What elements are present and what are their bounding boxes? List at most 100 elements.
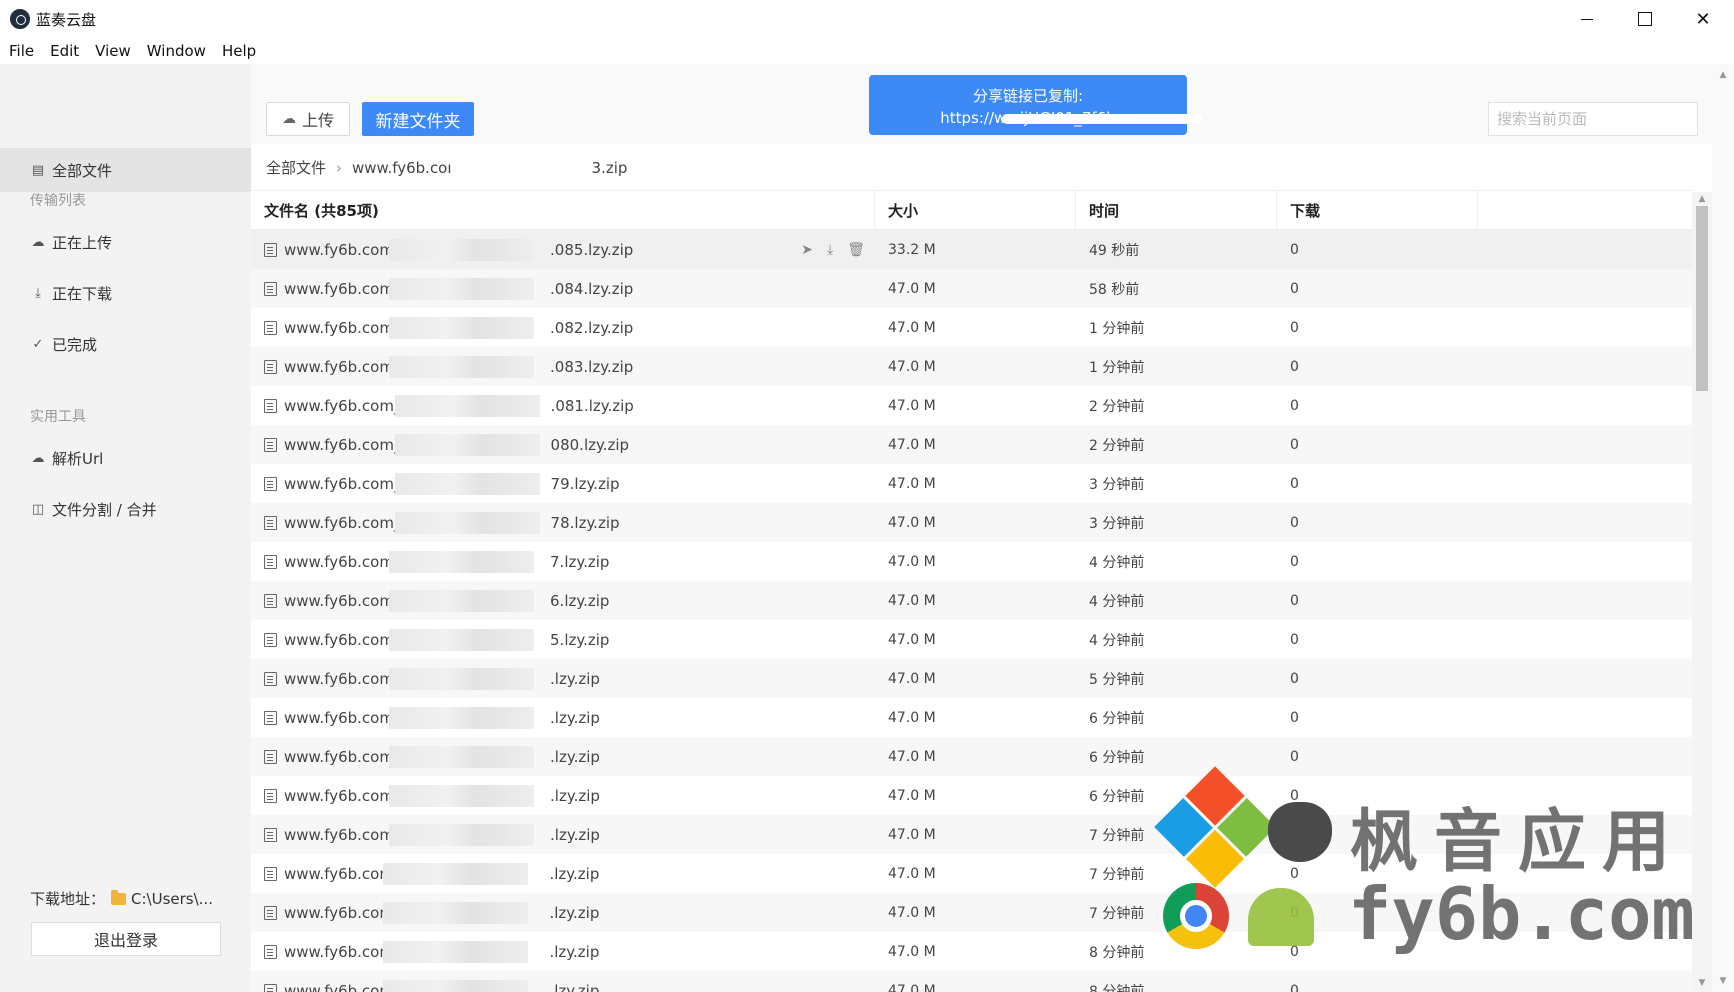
menu-window[interactable]: Window <box>147 38 206 64</box>
table-row[interactable]: www.fy6b.com_2.085.lzy.zip ➤ ⤓ 🗑 33.2 M … <box>251 230 1692 269</box>
cell-name: www.fy6b.com_2 .lzy.zip <box>251 737 875 776</box>
file-icon <box>264 866 277 881</box>
table-row[interactable]: www.fy6b.com_2 5.lzy.zip 47.0 M 4 分钟前 0 <box>251 620 1692 659</box>
breadcrumb-current-prefix: www.fy6b.coı <box>352 158 452 177</box>
search-input[interactable] <box>1488 102 1698 136</box>
minimize-button[interactable] <box>1558 0 1616 38</box>
table-row[interactable]: www.fy6b.com_20 79.lzy.zip 47.0 M 3 分钟前 0 <box>251 464 1692 503</box>
table-row[interactable]: www.fy6b.com_2.083.lzy.zip 47.0 M 1 分钟前 … <box>251 347 1692 386</box>
download-icon[interactable]: ⤓ <box>827 242 833 258</box>
cell-downloads: 0 <box>1290 631 1299 648</box>
breadcrumb-current-suffix: 3.zip <box>591 158 628 177</box>
share-icon[interactable]: ➤ <box>801 242 813 258</box>
cell-size: 47.0 M <box>888 592 936 609</box>
redaction <box>389 824 534 846</box>
cell-downloads: 0 <box>1290 748 1299 765</box>
table-row[interactable]: www.fy6b.com_20 78.lzy.zip 47.0 M 3 分钟前 0 <box>251 503 1692 542</box>
redaction <box>395 395 540 417</box>
sidebar-item-split-merge[interactable]: ◫ 文件分割 / 合并 <box>0 487 251 531</box>
upload-button[interactable]: ☁ 上传 <box>266 102 350 136</box>
maximize-button[interactable] <box>1616 0 1674 38</box>
sidebar-item-label: 正在下载 <box>52 284 113 303</box>
sidebar-item-parse-url[interactable]: ☁ 解析Url <box>0 436 251 480</box>
cell-downloads: 0 <box>1290 826 1299 843</box>
cell-size: 47.0 M <box>888 943 936 960</box>
menu-edit[interactable]: Edit <box>50 38 79 64</box>
table-row[interactable]: www.fy6b.com_2 .lzy.zip 47.0 M 7 分钟前 0 <box>251 815 1692 854</box>
cell-name: www.fy6b.com_20 78.lzy.zip <box>251 503 875 542</box>
sidebar-item-label: 文件分割 / 合并 <box>52 500 157 519</box>
cell-downloads: 0 <box>1290 514 1299 531</box>
check-circle-icon: ✓ <box>32 336 44 352</box>
header-size[interactable]: 大小 <box>875 191 1076 229</box>
cell-time: 7 分钟前 <box>1089 866 1145 883</box>
cell-name: www.fy6b.com_2 6.lzy.zip <box>251 581 875 620</box>
sidebar-item-label: 全部文件 <box>52 161 113 180</box>
table-row[interactable]: www.fy6b.com_2.082.lzy.zip 47.0 M 1 分钟前 … <box>251 308 1692 347</box>
menu-view[interactable]: View <box>95 38 131 64</box>
cell-name: www.fy6b.com_2 7.lzy.zip <box>251 542 875 581</box>
table-row[interactable]: www.fy6b.com_2 .lzy.zip 47.0 M 6 分钟前 0 <box>251 776 1692 815</box>
new-folder-button[interactable]: 新建文件夹 <box>362 102 474 136</box>
sidebar-item-label: 解析Url <box>52 449 104 468</box>
table-row[interactable]: www.fy6b.com_2.084.lzy.zip 47.0 M 58 秒前 … <box>251 269 1692 308</box>
logout-button[interactable]: 退出登录 <box>31 922 221 956</box>
table-body: www.fy6b.com_2.085.lzy.zip ➤ ⤓ 🗑 33.2 M … <box>251 230 1692 992</box>
redaction <box>395 512 540 534</box>
scrollbar-thumb[interactable] <box>1696 206 1708 391</box>
table-row[interactable]: www.fy6b.com_ .lzy.zip 47.0 M 7 分钟前 0 <box>251 893 1692 932</box>
cell-name: www.fy6b.com_ .lzy.zip <box>251 932 875 971</box>
main-panel: ☁ 上传 新建文件夹 分享链接已复制: https://wv ijUGI01_7… <box>251 64 1712 992</box>
table-row[interactable]: www.fy6b.com_2 .lzy.zip 47.0 M 6 分钟前 0 <box>251 698 1692 737</box>
redaction <box>383 863 528 885</box>
download-path-value[interactable]: C:\Users\... <box>131 890 213 908</box>
download-icon: ⤓ <box>35 285 41 301</box>
sidebar-item-downloading[interactable]: ⤓ 正在下载 <box>0 271 251 315</box>
table-row[interactable]: www.fy6b.com_2 .lzy.zip 47.0 M 6 分钟前 0 <box>251 737 1692 776</box>
cell-downloads: 0 <box>1290 904 1299 921</box>
window-scrollbar[interactable]: ▲ ▼ <box>1712 64 1734 992</box>
cell-size: 47.0 M <box>888 709 936 726</box>
redaction <box>383 941 528 963</box>
sidebar-item-completed[interactable]: ✓ 已完成 <box>0 322 251 366</box>
cell-name: www.fy6b.com_2.084.lzy.zip <box>251 269 875 308</box>
sidebar-item-all-files[interactable]: ▤ 全部文件 <box>0 148 251 192</box>
table-scrollbar[interactable]: ▲ ▼ <box>1692 192 1712 992</box>
close-button[interactable]: ✕ <box>1674 0 1732 38</box>
app-logo-icon <box>10 9 30 29</box>
scroll-down-icon[interactable]: ▼ <box>1696 978 1708 988</box>
delete-icon[interactable]: 🗑 <box>847 242 865 258</box>
scroll-down-icon[interactable]: ▼ <box>1717 976 1729 986</box>
menu-file[interactable]: File <box>9 38 34 64</box>
table-row[interactable]: www.fy6b.com_20 080.lzy.zip 47.0 M 2 分钟前 … <box>251 425 1692 464</box>
scroll-up-icon[interactable]: ▲ <box>1696 194 1708 204</box>
cell-size: 47.0 M <box>888 475 936 492</box>
cell-time: 1 分钟前 <box>1089 320 1145 337</box>
table-row[interactable]: www.fy6b.com_ .lzy.zip 47.0 M 8 分钟前 0 <box>251 971 1692 992</box>
header-downloads[interactable]: 下载 <box>1277 191 1478 229</box>
table-row[interactable]: www.fy6b.com_20.081.lzy.zip 47.0 M 2 分钟前… <box>251 386 1692 425</box>
cell-size: 47.0 M <box>888 982 936 992</box>
table-row[interactable]: www.fy6b.com_2 7.lzy.zip 47.0 M 4 分钟前 0 <box>251 542 1692 581</box>
table-row[interactable]: www.fy6b.com_2 .lzy.zip 47.0 M 5 分钟前 0 <box>251 659 1692 698</box>
file-icon <box>264 593 277 608</box>
breadcrumb-root[interactable]: 全部文件 <box>266 157 326 178</box>
toast-title: 分享链接已复制: <box>972 87 1084 105</box>
redaction <box>383 980 528 992</box>
redaction <box>389 239 534 261</box>
header-name[interactable]: 文件名 (共85项) <box>251 191 875 229</box>
scroll-up-icon[interactable]: ▲ <box>1717 70 1729 80</box>
header-spacer <box>1478 191 1692 229</box>
cell-size: 47.0 M <box>888 904 936 921</box>
download-path: 下载地址： C:\Users\... <box>30 888 213 909</box>
table-row[interactable]: www.fy6b.com_ .lzy.zip 47.0 M 8 分钟前 0 <box>251 932 1692 971</box>
cell-size: 47.0 M <box>888 397 936 414</box>
header-time[interactable]: 时间 <box>1076 191 1277 229</box>
sidebar-item-uploading[interactable]: ☁ 正在上传 <box>0 220 251 264</box>
menu-help[interactable]: Help <box>222 38 256 64</box>
download-path-label: 下载地址： <box>30 890 106 908</box>
redaction <box>395 473 540 495</box>
table-row[interactable]: www.fy6b.com_2 6.lzy.zip 47.0 M 4 分钟前 0 <box>251 581 1692 620</box>
table-header: 文件名 (共85项) 大小 时间 下载 <box>251 190 1692 230</box>
table-row[interactable]: www.fy6b.com_ .lzy.zip 47.0 M 7 分钟前 0 <box>251 854 1692 893</box>
